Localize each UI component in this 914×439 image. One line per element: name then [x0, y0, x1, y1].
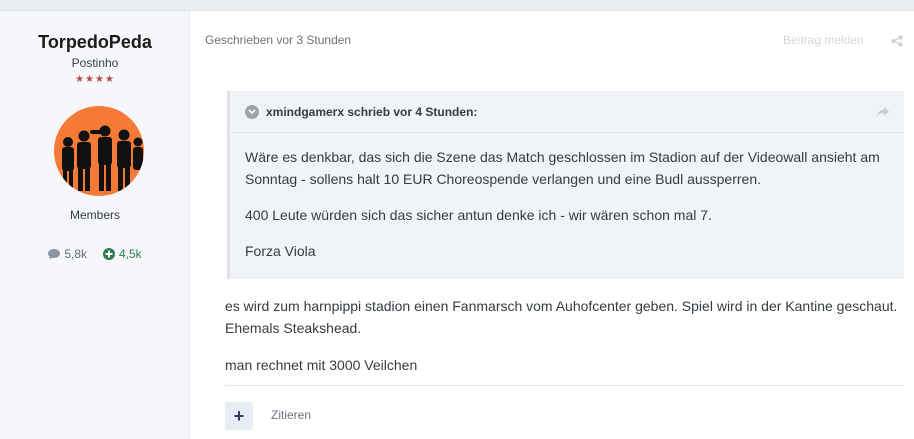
top-bar — [0, 0, 914, 11]
member-group: Members — [69, 208, 120, 222]
quote-block: xmindgamerx schrieb vor 4 Stunden: Wäre … — [227, 91, 904, 279]
quote-button[interactable]: Zitieren — [271, 408, 311, 422]
reputation-badge: 4,5k — [103, 247, 142, 261]
post-paragraph: es wird zum harnpippi stadion einen Fanm… — [225, 298, 898, 336]
quote-paragraph: 400 Leute würden sich das sicher antun d… — [245, 207, 712, 223]
author-panel: TorpedoPeda Postinho ★★★★ Members 5,8k 4… — [0, 11, 190, 439]
comment-icon — [48, 248, 61, 259]
share-icon[interactable] — [891, 35, 903, 47]
quote-paragraph: Forza Viola — [245, 243, 316, 259]
post-timestamp[interactable]: Geschrieben vor 3 Stunden — [205, 33, 351, 47]
divider — [225, 385, 904, 386]
reputation-value: 4,5k — [119, 247, 142, 261]
post-content: Geschrieben vor 3 Stunden Beitrag melden… — [190, 11, 914, 439]
post-body: es wird zum harnpippi stadion einen Fanm… — [225, 295, 911, 391]
multiquote-button[interactable]: + — [225, 402, 253, 430]
chevron-down-icon[interactable] — [245, 104, 259, 119]
report-post-link[interactable]: Beitrag melden — [783, 33, 864, 47]
quote-author: xmindgamerx schrieb vor 4 Stunden: — [266, 104, 478, 119]
rank-stars: ★★★★ — [75, 74, 115, 85]
plus-circle-icon — [103, 248, 115, 260]
post-count[interactable]: 5,8k — [48, 247, 87, 261]
author-title: Postinho — [71, 56, 119, 70]
reply-arrow-icon[interactable] — [876, 105, 890, 119]
plus-icon: + — [233, 406, 245, 426]
quote-body: Wäre es denkbar, das sich die Szene das … — [245, 146, 890, 276]
avatar-image — [54, 106, 144, 196]
author-name[interactable]: TorpedoPeda — [0, 32, 190, 53]
avatar[interactable] — [54, 106, 144, 196]
quote-header: xmindgamerx schrieb vor 4 Stunden: — [230, 91, 904, 133]
post-count-value: 5,8k — [64, 247, 87, 261]
quote-paragraph: Wäre es denkbar, das sich die Szene das … — [245, 149, 880, 187]
author-stats: 5,8k 4,5k — [0, 247, 190, 261]
post-paragraph: man rechnet mit 3000 Veilchen — [225, 357, 418, 373]
